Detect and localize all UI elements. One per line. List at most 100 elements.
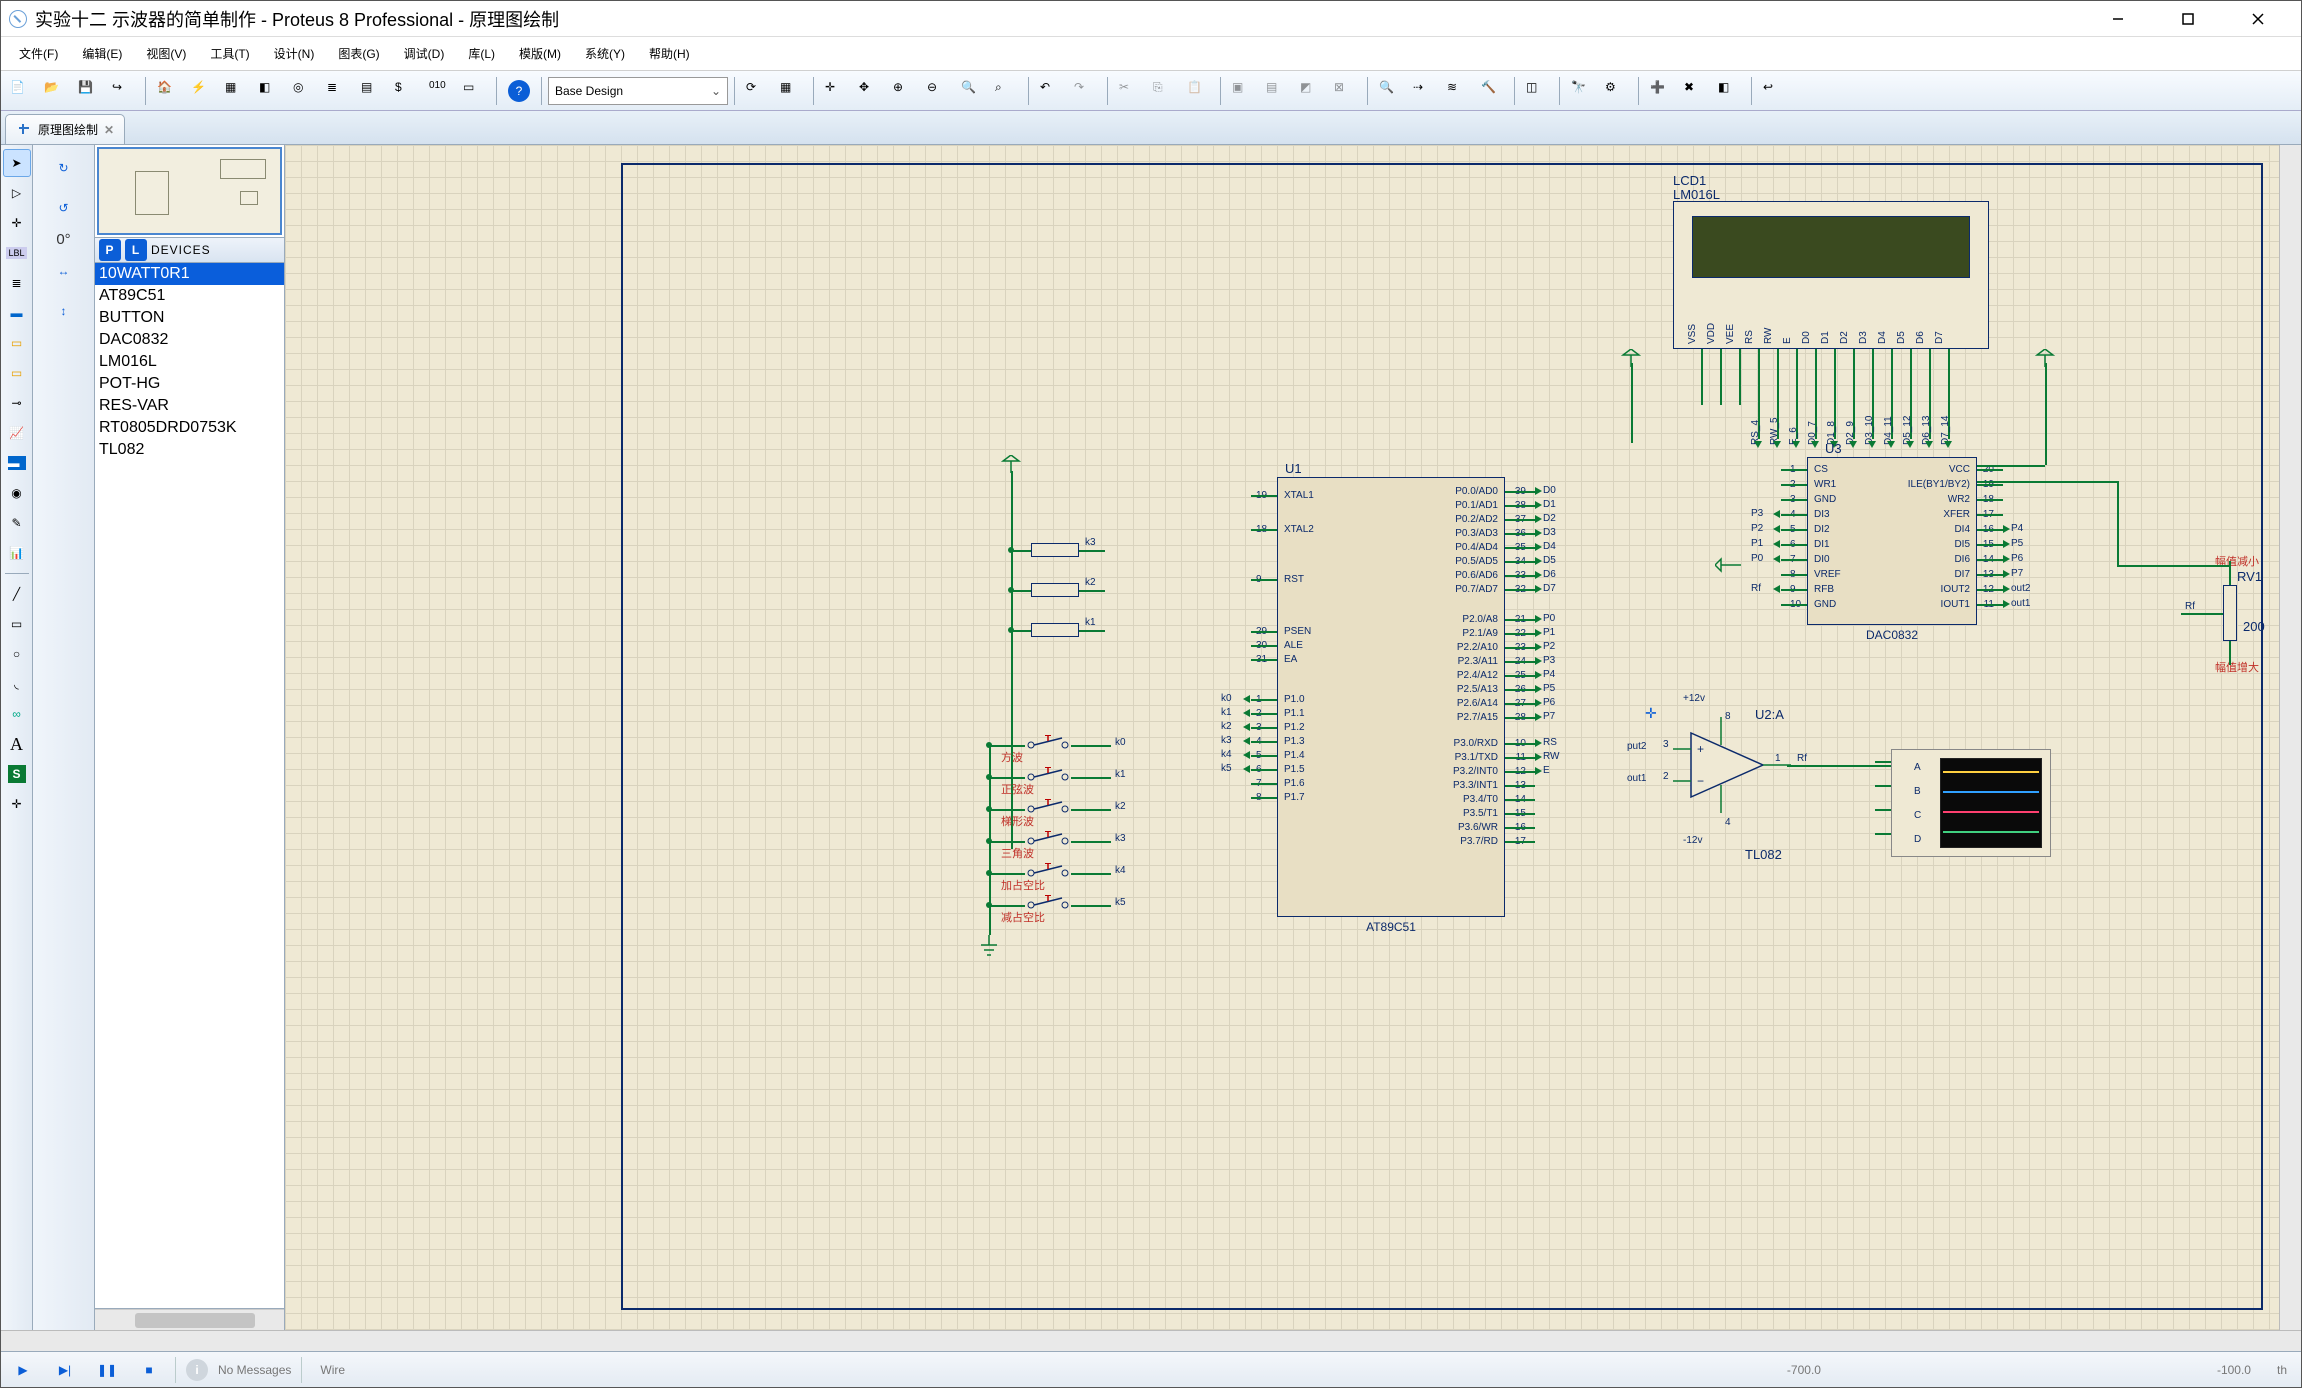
pcb-button[interactable]: ▦: [220, 75, 252, 107]
bom-button[interactable]: ≣: [322, 75, 354, 107]
zoom-in-button[interactable]: ⊕: [888, 75, 920, 107]
menu-graph[interactable]: 图表(G): [326, 41, 391, 66]
u3-component[interactable]: DAC0832 1CS2WR13GND4DI35DI26DI17DI08VREF…: [1807, 457, 1977, 625]
stop-button[interactable]: ■: [133, 1356, 165, 1384]
grid-toggle-button[interactable]: ▦: [775, 75, 807, 107]
lcd-component[interactable]: VSSVDDVEERSRWED0D1D2D3D4D5D6D7: [1673, 201, 1989, 349]
bus-tool-button[interactable]: ≋: [1442, 75, 1474, 107]
close-project-button[interactable]: ↪: [107, 75, 139, 107]
money-button[interactable]: $: [390, 75, 422, 107]
u2-component[interactable]: + −: [1673, 725, 1793, 805]
schematic-overview[interactable]: [97, 147, 282, 235]
device-item[interactable]: AT89C51: [95, 285, 284, 307]
module-button[interactable]: ◫: [1521, 75, 1553, 107]
paste-button[interactable]: 📋: [1182, 75, 1214, 107]
rotate-ccw-button[interactable]: ↺: [47, 191, 81, 225]
property-button[interactable]: ⚙: [1600, 75, 1632, 107]
resistor[interactable]: [1031, 543, 1079, 557]
undo-button[interactable]: ↶: [1035, 75, 1067, 107]
run-button[interactable]: ▶: [7, 1356, 39, 1384]
pan-button[interactable]: ✥: [854, 75, 886, 107]
symbol-tool[interactable]: S: [3, 760, 31, 788]
rv1-component[interactable]: [2223, 585, 2237, 641]
junction-tool[interactable]: ✛: [3, 209, 31, 237]
text-script-tool[interactable]: ≣: [3, 269, 31, 297]
tab-schematic[interactable]: 原理图绘制 ✕: [5, 114, 125, 144]
cut-button[interactable]: ✂: [1114, 75, 1146, 107]
resistor[interactable]: [1031, 623, 1079, 637]
code-button[interactable]: ▤: [356, 75, 388, 107]
schematic-canvas[interactable]: LCD1 LM016L VSSVDDVEERSRWED0D1D2D3D4D5D6…: [285, 145, 2279, 1330]
library-devices-button[interactable]: L: [125, 239, 147, 261]
home-button[interactable]: 🏠: [152, 75, 184, 107]
block-delete-button[interactable]: ⊠: [1329, 75, 1361, 107]
generator-tool[interactable]: ◉: [3, 479, 31, 507]
arc-tool[interactable]: ◟: [3, 670, 31, 698]
device-item[interactable]: BUTTON: [95, 307, 284, 329]
device-list-hscrollbar[interactable]: [135, 1313, 255, 1328]
menu-debug[interactable]: 调试(D): [392, 41, 457, 66]
menu-tools[interactable]: 工具(T): [198, 41, 261, 66]
rotate-cw-button[interactable]: ↻: [47, 151, 81, 185]
wire-tool-button[interactable]: ⇢: [1408, 75, 1440, 107]
menu-view[interactable]: 视图(V): [134, 41, 198, 66]
oscilloscope[interactable]: ABCD: [1891, 749, 2051, 857]
line-tool[interactable]: ╱: [3, 580, 31, 608]
block-rotate-button[interactable]: ◩: [1295, 75, 1327, 107]
tape-tool[interactable]: ▬: [3, 449, 31, 477]
device-item[interactable]: POT-HG: [95, 373, 284, 395]
new-button[interactable]: 📄: [5, 75, 37, 107]
block-move-button[interactable]: ▤: [1261, 75, 1293, 107]
menu-edit[interactable]: 编辑(E): [70, 41, 134, 66]
menu-library[interactable]: 库(L): [456, 41, 507, 66]
subcircuit-tool[interactable]: ▭: [3, 329, 31, 357]
u1-component[interactable]: AT89C51 19XTAL118XTAL29RST29PSEN30ALE31E…: [1277, 477, 1505, 917]
chart-button[interactable]: ▭: [458, 75, 490, 107]
help-button[interactable]: ?: [503, 75, 535, 107]
delete-sheet-button[interactable]: ✖: [1679, 75, 1711, 107]
device-item[interactable]: DAC0832: [95, 329, 284, 351]
canvas-vscrollbar[interactable]: [2279, 145, 2301, 1330]
pause-button[interactable]: ❚❚: [91, 1356, 123, 1384]
3d-button[interactable]: ◧: [254, 75, 286, 107]
schematic-button[interactable]: ⚡: [186, 75, 218, 107]
text-tool[interactable]: A: [3, 730, 31, 758]
menu-design[interactable]: 设计(N): [262, 41, 327, 66]
zoom-out-button[interactable]: ⊖: [922, 75, 954, 107]
device-item[interactable]: LM016L: [95, 351, 284, 373]
design-variant-combo[interactable]: Base Design ⌄: [548, 77, 728, 105]
circle-tool[interactable]: ○: [3, 640, 31, 668]
tab-close-button[interactable]: ✕: [104, 123, 114, 137]
menu-help[interactable]: 帮助(H): [637, 41, 702, 66]
open-button[interactable]: 📂: [39, 75, 71, 107]
add-sheet-button[interactable]: ➕: [1645, 75, 1677, 107]
p-pick-button[interactable]: 🔍: [1374, 75, 1406, 107]
flip-horizontal-button[interactable]: ↔: [47, 254, 81, 288]
box-tool[interactable]: ▭: [3, 610, 31, 638]
copy-button[interactable]: ⎘: [1148, 75, 1180, 107]
zoom-area-button[interactable]: ⌕: [990, 75, 1022, 107]
canvas-hscrollbar[interactable]: [1, 1330, 2301, 1351]
instrument-tool[interactable]: 📊: [3, 539, 31, 567]
redo-button[interactable]: ↷: [1069, 75, 1101, 107]
path-tool[interactable]: ∞: [3, 700, 31, 728]
pick-devices-button[interactable]: P: [99, 239, 121, 261]
resistor[interactable]: [1031, 583, 1079, 597]
device-item[interactable]: 10WATT0R1: [95, 263, 284, 285]
menu-file[interactable]: 文件(F): [7, 41, 70, 66]
device-item[interactable]: TL082: [95, 439, 284, 461]
component-tool[interactable]: ▷: [3, 179, 31, 207]
graph-tool[interactable]: 📈: [3, 419, 31, 447]
terminal-tool[interactable]: ▭: [3, 359, 31, 387]
find-button[interactable]: 🔭: [1566, 75, 1598, 107]
push-button[interactable]: [1025, 735, 1071, 755]
block-copy-button[interactable]: ▣: [1227, 75, 1259, 107]
label-tool[interactable]: LBL: [3, 239, 31, 267]
device-item[interactable]: RT0805DRD0753K: [95, 417, 284, 439]
flip-vertical-button[interactable]: ↕: [47, 294, 81, 328]
origin-marker-tool[interactable]: ✛: [3, 790, 31, 818]
probe-tool[interactable]: ✎: [3, 509, 31, 537]
save-button[interactable]: 💾: [73, 75, 105, 107]
zoom-fit-button[interactable]: 🔍: [956, 75, 988, 107]
bus-tool[interactable]: ▬: [3, 299, 31, 327]
